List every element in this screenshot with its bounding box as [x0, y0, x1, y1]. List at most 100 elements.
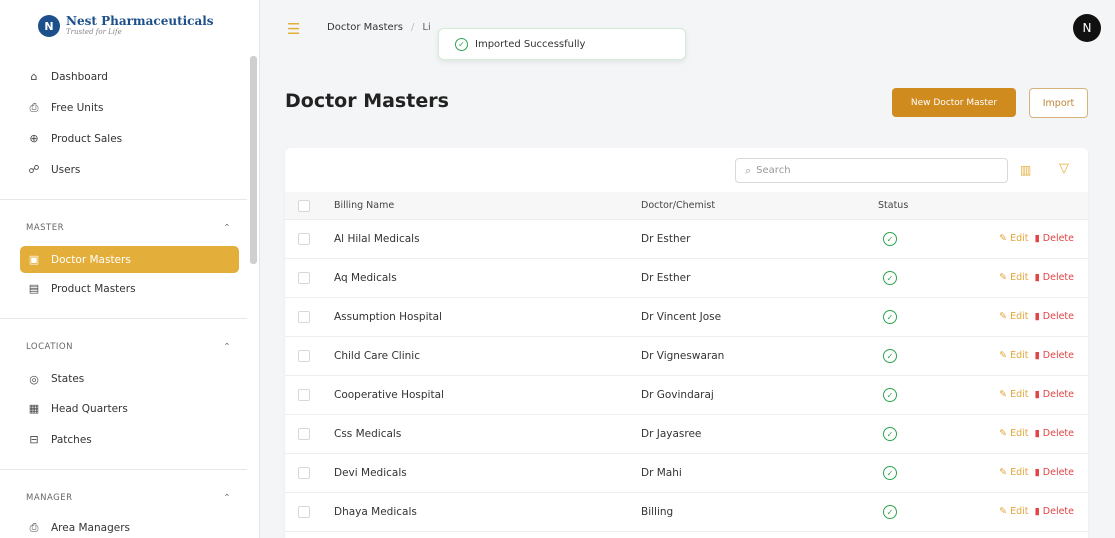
sidebar-item-product-masters[interactable]: ▤ Product Masters	[0, 273, 259, 304]
topbar: ☰ Doctor Masters / Li ✓ Imported Successfu…	[260, 0, 1115, 60]
delete-button[interactable]: ▮ Delete	[1035, 272, 1074, 283]
import-button[interactable]: Import	[1029, 88, 1088, 118]
row-checkbox[interactable]	[298, 389, 310, 401]
globe-icon: ◎	[29, 372, 39, 386]
row-checkbox[interactable]	[298, 467, 310, 479]
sidebar-item-product-sales[interactable]: ⊕ Product Sales	[0, 123, 259, 154]
section-title: MANAGER	[26, 493, 73, 503]
edit-label: Edit	[1010, 428, 1029, 439]
doctor-cell: Dr Esther	[641, 272, 691, 284]
brand[interactable]: N Nest Pharmaceuticals Trusted for Life	[0, 0, 259, 52]
sidebar-item-patches[interactable]: ⊟ Patches	[0, 424, 259, 455]
delete-label: Delete	[1042, 311, 1074, 322]
column-header-doctor[interactable]: Doctor/Chemist	[641, 200, 715, 211]
printer-icon: ⎙	[29, 100, 39, 114]
product-sales-icon: ⊕	[29, 132, 39, 145]
sidebar-item-doctor-masters[interactable]: ▣ Doctor Masters	[20, 246, 239, 273]
search-input[interactable]: ⌕ Search	[735, 158, 1008, 183]
breadcrumb-separator: /	[411, 22, 415, 33]
menu-icon[interactable]: ☰	[287, 20, 300, 38]
delete-label: Delete	[1042, 389, 1074, 400]
billing-name-cell: Assumption Hospital	[334, 311, 442, 323]
delete-button[interactable]: ▮ Delete	[1035, 506, 1074, 517]
table-row: Assumption Hospital Dr Vincent Jose ✓ ✎ Edi…	[285, 298, 1088, 337]
patch-icon: ⊟	[29, 433, 39, 446]
edit-label: Edit	[1010, 233, 1029, 244]
delete-button[interactable]: ▮ Delete	[1035, 350, 1074, 361]
row-actions: ✎ Edit ▮ Delete	[999, 506, 1074, 517]
edit-label: Edit	[1010, 350, 1029, 361]
sidebar-item-free-units[interactable]: ⎙ Free Units	[0, 92, 259, 123]
columns-icon[interactable]: ▥	[1020, 163, 1031, 177]
edit-button[interactable]: ✎ Edit	[999, 428, 1028, 439]
pencil-icon: ✎	[999, 506, 1008, 517]
edit-button[interactable]: ✎ Edit	[999, 389, 1028, 400]
brand-tagline: Trusted for Life	[66, 28, 122, 36]
status-check-icon: ✓	[883, 232, 897, 246]
search-icon: ⌕	[745, 163, 752, 177]
section-manager-header[interactable]: MANAGER ⌃	[0, 480, 259, 516]
trash-icon: ▮	[1034, 233, 1040, 244]
pencil-icon: ✎	[999, 311, 1008, 322]
sidebar-item-label: Product Masters	[51, 282, 136, 295]
sidebar-item-states[interactable]: ◎ States	[0, 365, 259, 393]
sidebar-item-label: Head Quarters	[51, 402, 128, 415]
breadcrumb-item[interactable]: Doctor Masters	[327, 22, 403, 33]
delete-button[interactable]: ▮ Delete	[1035, 311, 1074, 322]
row-checkbox[interactable]	[298, 272, 310, 284]
row-checkbox[interactable]	[298, 428, 310, 440]
edit-button[interactable]: ✎ Edit	[999, 506, 1028, 517]
billing-name-cell: Al Hilal Medicals	[334, 233, 420, 245]
row-checkbox[interactable]	[298, 311, 310, 323]
doctor-cell: Dr Esther	[641, 233, 691, 245]
trash-icon: ▮	[1034, 428, 1040, 439]
brand-logo: N	[38, 15, 60, 37]
sidebar-scrollbar[interactable]	[250, 56, 257, 264]
edit-button[interactable]: ✎ Edit	[999, 233, 1028, 244]
sidebar-item-users[interactable]: ☍ Users	[0, 154, 259, 185]
row-checkbox[interactable]	[298, 506, 310, 518]
delete-button[interactable]: ▮ Delete	[1035, 389, 1074, 400]
doctor-cell: Dr Vincent Jose	[641, 311, 722, 323]
pencil-icon: ✎	[999, 428, 1008, 439]
trash-icon: ▮	[1034, 311, 1040, 322]
sidebar-item-label: Patches	[51, 433, 92, 446]
select-all-checkbox[interactable]	[298, 200, 310, 212]
edit-label: Edit	[1010, 272, 1029, 283]
delete-label: Delete	[1042, 506, 1074, 517]
row-actions: ✎ Edit ▮ Delete	[999, 350, 1074, 361]
product-icon: ▤	[28, 282, 40, 295]
table-row: Cooperative Hospital Dr Govindaraj ✓ ✎ Edit…	[285, 376, 1088, 415]
sidebar-divider	[0, 318, 247, 319]
status-check-icon: ✓	[883, 388, 897, 402]
edit-button[interactable]: ✎ Edit	[999, 467, 1028, 478]
delete-label: Delete	[1042, 272, 1074, 283]
delete-button[interactable]: ▮ Delete	[1035, 233, 1074, 244]
doctor-cell: Dr Jayasree	[641, 428, 702, 440]
edit-label: Edit	[1010, 389, 1029, 400]
sidebar-item-dashboard[interactable]: ⌂ Dashboard	[0, 61, 259, 92]
edit-label: Edit	[1010, 506, 1029, 517]
avatar[interactable]: N	[1073, 14, 1101, 42]
edit-button[interactable]: ✎ Edit	[999, 350, 1028, 361]
section-location-header[interactable]: LOCATION ⌃	[0, 329, 259, 365]
filter-icon[interactable]: ▽	[1059, 161, 1069, 176]
row-checkbox[interactable]	[298, 350, 310, 362]
delete-label: Delete	[1042, 233, 1074, 244]
clipboard-icon: ▣	[28, 253, 40, 266]
column-header-billing-name[interactable]: Billing Name	[334, 200, 394, 211]
edit-button[interactable]: ✎ Edit	[999, 272, 1028, 283]
section-master-header[interactable]: MASTER ⌃	[0, 210, 259, 246]
sidebar-item-head-quarters[interactable]: ▦ Head Quarters	[0, 393, 259, 424]
sidebar: N Nest Pharmaceuticals Trusted for Life …	[0, 0, 260, 538]
delete-button[interactable]: ▮ Delete	[1035, 467, 1074, 478]
delete-button[interactable]: ▮ Delete	[1035, 428, 1074, 439]
status-check-icon: ✓	[883, 505, 897, 519]
row-checkbox[interactable]	[298, 233, 310, 245]
section-title: MASTER	[26, 223, 65, 233]
trash-icon: ▮	[1034, 506, 1040, 517]
billing-name-cell: Cooperative Hospital	[334, 389, 444, 401]
new-doctor-master-button[interactable]: New Doctor Master	[892, 88, 1016, 117]
edit-button[interactable]: ✎ Edit	[999, 311, 1028, 322]
sidebar-item-area-managers[interactable]: ⎙ Area Managers	[0, 516, 259, 538]
